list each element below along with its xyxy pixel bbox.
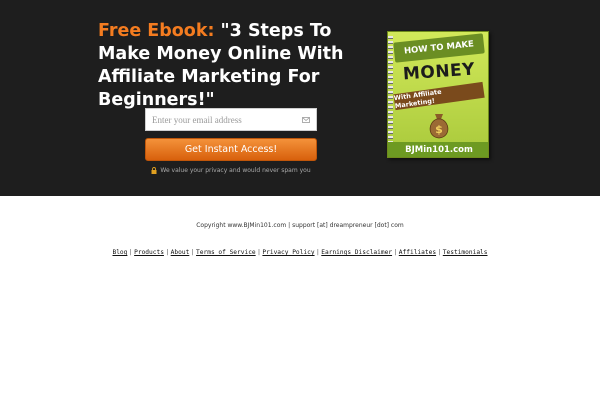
svg-text:$: $	[435, 123, 443, 136]
footer-link-privacy[interactable]: Privacy Policy	[262, 249, 314, 256]
cover-ribbon: With Affiliate Marketing!	[393, 81, 485, 111]
headline-accent: Free Ebook:	[98, 21, 215, 41]
footer-separator: |	[128, 249, 133, 256]
hero-section: Free Ebook: "3 Steps To Make Money Onlin…	[0, 0, 600, 196]
footer-separator: |	[165, 249, 170, 256]
cover-spiral	[388, 36, 393, 155]
footer-link-earnings[interactable]: Earnings Disclaimer	[321, 249, 392, 256]
footer-link-testimonials[interactable]: Testimonials	[443, 249, 488, 256]
privacy-text: We value your privacy and would never sp…	[160, 166, 311, 174]
get-access-button[interactable]: Get Instant Access!	[145, 138, 317, 161]
footer-link-products[interactable]: Products	[134, 249, 164, 256]
headline: Free Ebook: "3 Steps To Make Money Onlin…	[98, 20, 368, 112]
footer-separator: |	[190, 249, 195, 256]
cover-banner: HOW TO MAKE	[393, 33, 485, 63]
cover-title: MONEY	[402, 59, 476, 85]
email-field[interactable]	[152, 109, 302, 130]
footer-link-affiliates[interactable]: Affiliates	[399, 249, 436, 256]
email-field-wrapper[interactable]	[145, 108, 317, 131]
mail-icon	[302, 116, 310, 123]
money-bag-icon: $	[429, 114, 449, 139]
footer-link-about[interactable]: About	[171, 249, 190, 256]
footer-links: Blog | Products | About | Terms of Service |…	[0, 249, 600, 256]
copyright-text: Copyright www.BJMin101.com | support [at…	[196, 222, 404, 229]
footer-link-blog[interactable]: Blog	[112, 249, 127, 256]
footer-separator: |	[316, 249, 320, 256]
cover-footer: BJMin101.com	[388, 142, 488, 157]
lock-icon	[151, 166, 157, 174]
footer-separator: |	[257, 249, 261, 256]
footer-separator: |	[437, 249, 442, 256]
footer-separator: |	[393, 249, 398, 256]
footer-link-terms[interactable]: Terms of Service	[196, 249, 256, 256]
ebook-cover: HOW TO MAKE MONEY With Affiliate Marketi…	[387, 31, 489, 158]
privacy-note: We value your privacy and would never sp…	[145, 165, 317, 175]
